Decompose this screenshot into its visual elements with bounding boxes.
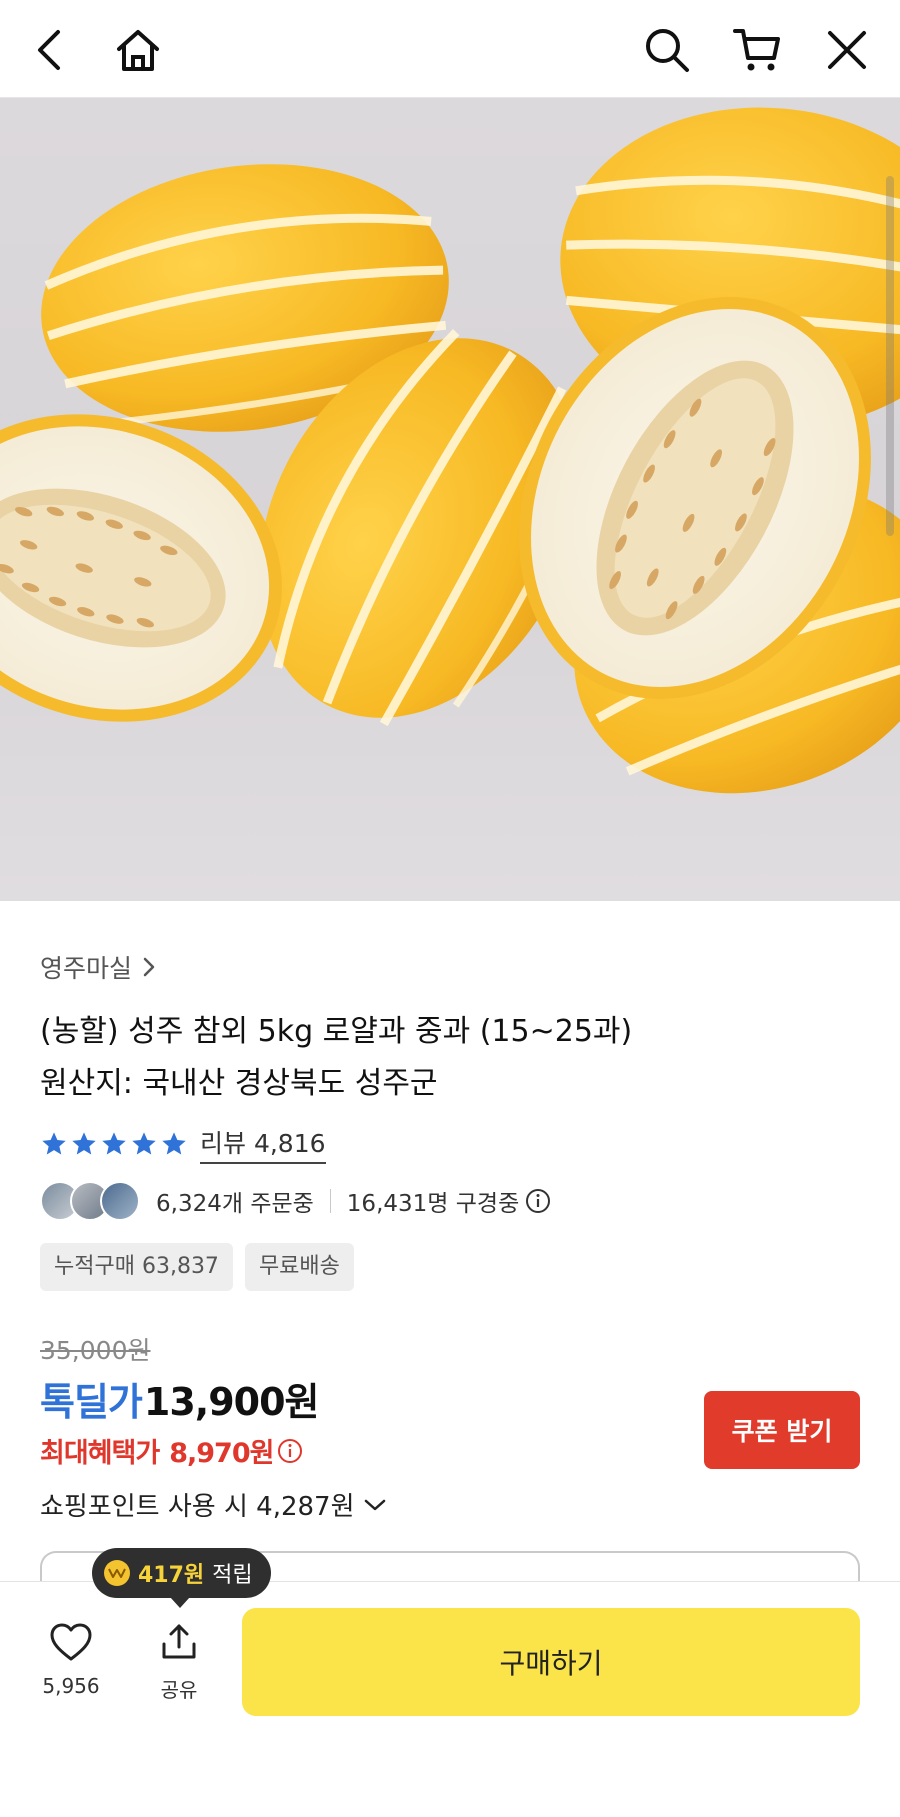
max-benefit-price: 8,970원 (169, 1438, 274, 1469)
coupon-button[interactable]: 쿠폰 받기 (704, 1391, 860, 1469)
star-icon (102, 1132, 126, 1155)
points-text: 쇼핑포인트 사용 시 4,287원 (40, 1492, 355, 1522)
rating-row: 리뷰 4,816 (40, 1124, 326, 1164)
search-icon[interactable] (637, 20, 697, 80)
wishlist-button[interactable]: 5,956 (30, 1622, 112, 1698)
top-nav-bar (0, 0, 900, 98)
star-icon (132, 1132, 156, 1155)
orders-count: 6,324개 주문중 (156, 1191, 314, 1217)
store-name: 영주마실 (40, 954, 133, 983)
store-link[interactable]: 영주마실 (40, 949, 156, 985)
cart-icon[interactable] (727, 20, 787, 80)
info-icon[interactable] (277, 1438, 303, 1464)
shopping-points-row[interactable]: 쇼핑포인트 사용 시 4,287원 (40, 1486, 387, 1523)
points-tooltip: 417원 적립 (92, 1548, 271, 1608)
deal-label: 톡딜가 (40, 1380, 143, 1424)
star-icon (72, 1132, 96, 1155)
viewers-count: 16,431명 구경중 (346, 1191, 520, 1217)
max-benefit-label: 최대혜택가 (40, 1438, 160, 1469)
chevron-left-icon[interactable] (20, 20, 80, 80)
product-origin: 원산지: 국내산 경상북도 성주군 (40, 1066, 438, 1101)
melon-photo (0, 107, 900, 794)
share-button[interactable]: 공유 (138, 1622, 220, 1703)
star-icon (42, 1132, 66, 1155)
order-activity: 6,324개 주문중 16,431명 구경중 (40, 1179, 551, 1223)
share-icon (162, 1624, 196, 1659)
original-price: 35,000원 (40, 1336, 151, 1365)
free-shipping-chip: 무료배송 (244, 1243, 354, 1291)
buyer-avatars (40, 1179, 144, 1223)
share-label: 공유 (160, 1678, 198, 1702)
coin-icon (104, 1560, 130, 1586)
close-icon[interactable] (817, 20, 877, 80)
star-icon (162, 1132, 186, 1155)
image-scrollbar (886, 176, 894, 536)
avatar (100, 1181, 140, 1221)
tooltip-suffix: 적립 (212, 1563, 253, 1588)
max-benefit-row: 최대혜택가 8,970원 (40, 1431, 303, 1470)
product-image[interactable] (0, 98, 900, 901)
cumulative-purchase-chip: 누적구매 63,837 (40, 1243, 233, 1291)
info-icon[interactable] (525, 1188, 551, 1214)
star-rating (40, 1130, 188, 1158)
product-title-line1: (농할) 성주 참외 5kg 로얄과 중과 (15~25과) (40, 1014, 633, 1049)
heart-icon (50, 1623, 92, 1661)
tooltip-amount: 417원 (138, 1563, 205, 1588)
deal-price: 13,900원 (143, 1380, 320, 1424)
bottom-action-bar: 5,956 공유 구매하기 (0, 1581, 900, 1817)
divider (329, 1189, 331, 1213)
buy-button[interactable]: 구매하기 (242, 1608, 860, 1716)
product-chips: 누적구매 63,837 무료배송 (40, 1243, 354, 1291)
product-title: (농할) 성주 참외 5kg 로얄과 중과 (15~25과) 원산지: 국내산 … (40, 1006, 860, 1110)
wishlist-count: 5,956 (42, 1674, 100, 1698)
review-link[interactable]: 리뷰 4,816 (200, 1124, 326, 1164)
chevron-down-icon (364, 1499, 385, 1510)
home-icon[interactable] (108, 20, 168, 80)
chevron-right-icon (143, 957, 155, 977)
tooltip-tail (170, 1597, 190, 1608)
deal-price-row: 톡딜가 13,900원 (40, 1371, 319, 1426)
